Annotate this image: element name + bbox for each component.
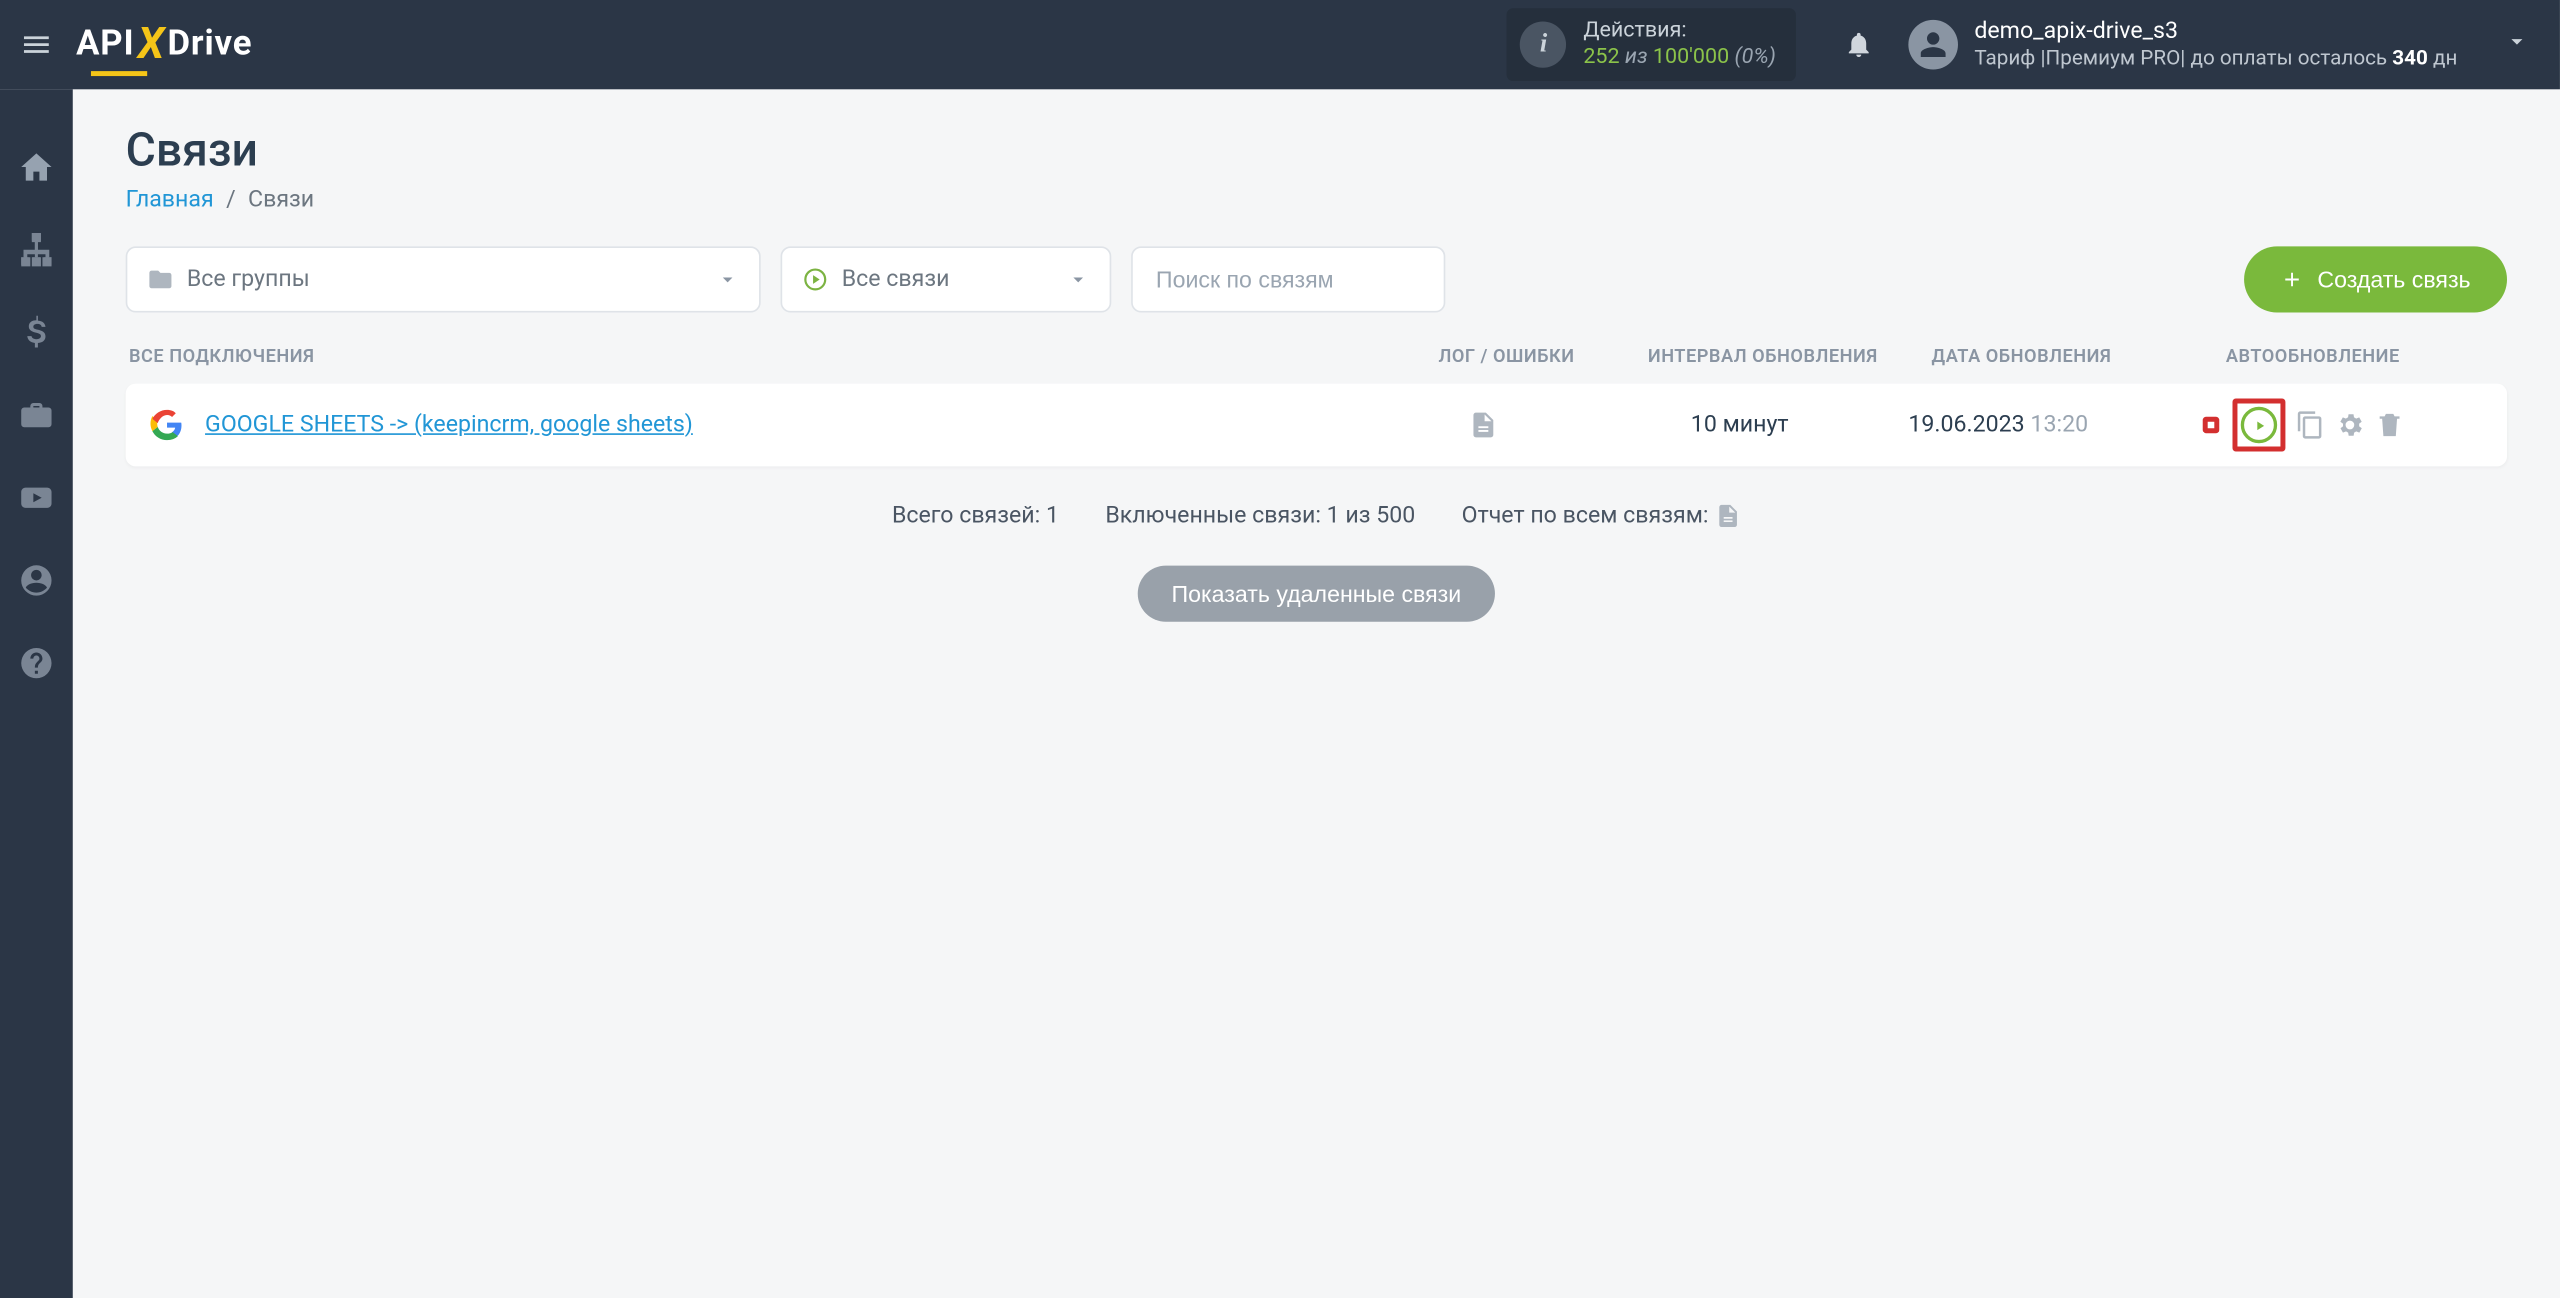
groups-label: Все группы	[187, 266, 716, 292]
stats-row: Всего связей: 1 Включенные связи: 1 из 5…	[126, 503, 2507, 530]
table-header: ВСЕ ПОДКЛЮЧЕНИЯ ЛОГ / ОШИБКИ ИНТЕРВАЛ ОБ…	[126, 346, 2507, 384]
play-icon	[2252, 418, 2267, 433]
actions-counter[interactable]: i Действия: 252 из 100'000 (0%)	[1507, 9, 1795, 80]
copy-icon[interactable]	[2295, 410, 2325, 440]
user-menu[interactable]: demo_apix-drive_s3 Тариф |Премиум PRO| д…	[1908, 18, 2474, 71]
folder-icon	[147, 266, 173, 292]
run-now-button[interactable]	[2241, 407, 2277, 443]
user-circle-icon[interactable]	[18, 562, 54, 598]
briefcase-icon[interactable]	[18, 397, 54, 433]
status-dropdown[interactable]: Все связи	[781, 246, 1112, 312]
date-cell: 19.06.2023 13:20	[1889, 412, 2203, 438]
home-icon[interactable]	[18, 149, 54, 185]
create-connection-button[interactable]: Создать связь	[2245, 246, 2507, 312]
logo-x-icon: X	[138, 20, 164, 70]
breadcrumb-home[interactable]: Главная	[126, 187, 214, 213]
document-icon	[1468, 410, 1498, 440]
chevron-down-icon	[2504, 28, 2530, 54]
google-icon	[149, 407, 185, 443]
content: Связи Главная / Связи Все группы Все свя…	[73, 89, 2560, 1298]
bell-icon	[1844, 30, 1874, 60]
help-icon[interactable]	[18, 645, 54, 681]
document-icon	[1714, 503, 1740, 529]
highlight-play	[2232, 399, 2285, 452]
th-date: ДАТА ОБНОВЛЕНИЯ	[1912, 346, 2226, 367]
page-title: Связи	[126, 122, 2507, 177]
connection-name-link[interactable]: GOOGLE SHEETS -> (keepincrm, google shee…	[205, 412, 1376, 438]
groups-dropdown[interactable]: Все группы	[126, 246, 761, 312]
trash-icon[interactable]	[2375, 410, 2405, 440]
th-auto: АВТООБНОВЛЕНИЕ	[2226, 346, 2507, 367]
user-menu-chevron[interactable]	[2474, 28, 2560, 61]
logo-drive: Drive	[168, 25, 253, 65]
highlight-toggle	[2203, 417, 2220, 434]
logo[interactable]: API X Drive	[76, 20, 252, 70]
avatar	[1908, 20, 1958, 70]
actions-label: Действия:	[1583, 19, 1776, 45]
connection-row: GOOGLE SHEETS -> (keepincrm, google shee…	[126, 384, 2507, 467]
th-log: ЛОГ / ОШИБКИ	[1399, 346, 1614, 367]
th-all: ВСЕ ПОДКЛЮЧЕНИЯ	[126, 346, 1399, 367]
chevron-down-icon	[716, 268, 739, 291]
play-circle-icon	[802, 266, 828, 292]
status-label: Все связи	[842, 266, 1067, 292]
gear-icon[interactable]	[2335, 410, 2365, 440]
sidebar	[0, 89, 73, 1298]
notifications-button[interactable]	[1826, 30, 1892, 60]
show-deleted-button[interactable]: Показать удаленные связи	[1138, 566, 1494, 622]
search-input[interactable]	[1131, 246, 1445, 312]
log-cell[interactable]	[1376, 410, 1591, 440]
actions-numbers: 252 из 100'000 (0%)	[1583, 45, 1776, 71]
auto-cell	[2203, 399, 2484, 452]
topbar: API X Drive i Действия: 252 из 100'000 (…	[0, 0, 2560, 89]
user-icon	[1918, 30, 1948, 60]
th-interval: ИНТЕРВАЛ ОБНОВЛЕНИЯ	[1614, 346, 1912, 367]
user-name: demo_apix-drive_s3	[1974, 18, 2457, 46]
user-tariff: Тариф |Премиум PRO| до оплаты осталось 3…	[1974, 46, 2457, 71]
sitemap-icon[interactable]	[18, 232, 54, 268]
logo-api: API	[76, 25, 134, 65]
create-btn-label: Создать связь	[2317, 266, 2470, 292]
stats-total: Всего связей: 1	[892, 503, 1059, 529]
breadcrumb-sep: /	[226, 187, 236, 213]
plus-icon	[2281, 268, 2304, 291]
interval-cell: 10 минут	[1591, 412, 1889, 438]
filters-row: Все группы Все связи Создать связь	[126, 246, 2507, 312]
stats-report[interactable]: Отчет по всем связям:	[1462, 503, 1741, 530]
dollar-icon[interactable]	[18, 314, 54, 350]
menu-icon	[20, 28, 53, 61]
breadcrumb: Главная / Связи	[126, 187, 2507, 213]
breadcrumb-current: Связи	[248, 187, 314, 213]
stats-enabled: Включенные связи: 1 из 500	[1105, 503, 1415, 529]
info-icon: i	[1520, 21, 1566, 67]
youtube-icon[interactable]	[18, 480, 54, 516]
chevron-down-icon	[1067, 268, 1090, 291]
menu-toggle-button[interactable]	[0, 0, 73, 89]
